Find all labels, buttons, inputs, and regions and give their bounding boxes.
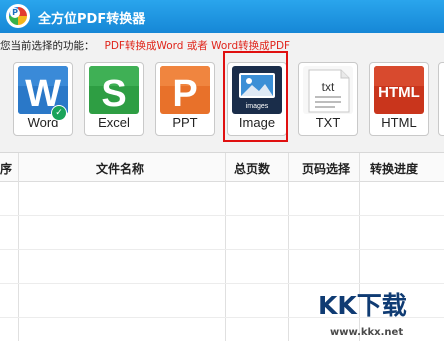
title-bar: P 全方位PDF转换器 xyxy=(0,0,444,33)
excel-button[interactable]: S Excel xyxy=(84,62,144,136)
html-button[interactable]: HTML HTML xyxy=(369,62,429,136)
file-table-header: 序 文件名称 总页数 页码选择 转换进度 xyxy=(0,153,444,182)
ppt-icon: P xyxy=(160,66,210,114)
column-header-progress[interactable]: 转换进度 xyxy=(370,160,418,177)
column-divider xyxy=(288,153,289,341)
column-header-page-selection[interactable]: 页码选择 xyxy=(302,160,350,177)
app-logo-icon: P xyxy=(6,4,30,28)
column-divider xyxy=(18,153,19,341)
txt-button[interactable]: txt TXT xyxy=(298,62,358,136)
current-function-label: 您当前选择的功能： xyxy=(0,40,95,52)
txt-label: TXT xyxy=(315,115,341,130)
checkmark-icon: ✓ xyxy=(51,105,67,121)
column-header-index[interactable]: 序 xyxy=(0,160,12,177)
row-divider xyxy=(0,249,444,250)
format-toolbar: 您当前选择的功能： PDF转换成Word 或者 Word转换成PDF W Word… xyxy=(0,33,444,153)
html-label: HTML xyxy=(381,115,417,130)
watermark-url: www.kkx.net xyxy=(330,327,404,338)
excel-icon: S xyxy=(89,66,139,114)
watermark-text: KK下载 xyxy=(318,291,407,320)
svg-text:HTML: HTML xyxy=(378,84,420,101)
svg-text:P: P xyxy=(172,73,197,114)
html-icon: HTML xyxy=(374,66,424,114)
column-divider xyxy=(225,153,226,341)
watermark: KK下载 www.kkx.net xyxy=(318,286,444,341)
column-header-filename[interactable]: 文件名称 xyxy=(96,160,144,177)
ppt-button[interactable]: P PPT xyxy=(155,62,215,136)
word-button[interactable]: W Word xyxy=(13,62,73,136)
row-divider xyxy=(0,283,444,284)
svg-text:S: S xyxy=(101,73,126,114)
txt-icon: txt xyxy=(303,66,353,114)
svg-text:txt: txt xyxy=(322,80,335,94)
app-title: 全方位PDF转换器 xyxy=(38,12,146,27)
next-format-button[interactable] xyxy=(438,62,444,136)
ppt-label: PPT xyxy=(172,115,198,130)
column-header-total-pages[interactable]: 总页数 xyxy=(234,160,270,177)
excel-label: Excel xyxy=(98,115,130,130)
row-divider xyxy=(0,215,444,216)
selected-format-highlight xyxy=(223,51,288,142)
